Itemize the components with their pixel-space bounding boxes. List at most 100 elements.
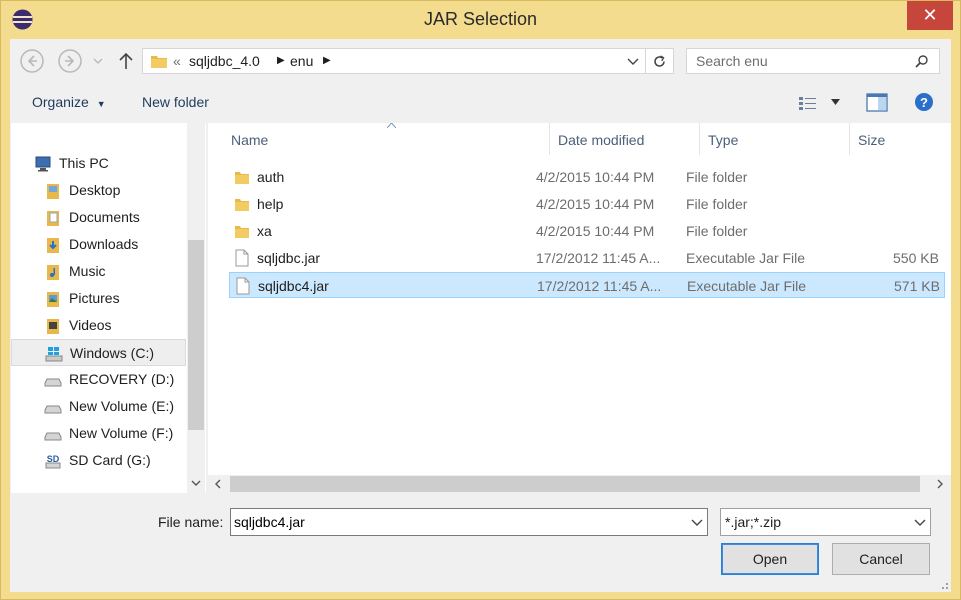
file-type-filter-select[interactable]: *.jar;*.zip bbox=[720, 508, 931, 536]
jar-selection-dialog: JAR Selection ✕ « sqljdbc_4.0 ▶ enu ▶ Se… bbox=[0, 0, 961, 600]
nav-item-desktop[interactable]: Desktop bbox=[11, 177, 186, 204]
file-icon bbox=[235, 249, 249, 267]
nav-item-new-volume-e[interactable]: New Volume (E:) bbox=[11, 393, 186, 420]
preview-pane-icon[interactable] bbox=[866, 93, 888, 112]
search-box[interactable] bbox=[686, 48, 940, 74]
computer-icon bbox=[35, 156, 51, 172]
file-date: 17/2/2012 11:45 A... bbox=[536, 250, 661, 266]
new-folder-button[interactable]: New folder bbox=[142, 94, 209, 110]
search-input[interactable] bbox=[687, 49, 907, 73]
breadcrumb-enu[interactable]: enu bbox=[290, 53, 313, 69]
title-bar[interactable]: JAR Selection ✕ bbox=[1, 1, 960, 39]
nav-item-label: Videos bbox=[69, 317, 112, 333]
nav-item-music[interactable]: Music bbox=[11, 258, 186, 285]
file-type: Executable Jar File bbox=[687, 278, 807, 294]
folder-icon bbox=[235, 172, 249, 184]
nav-item-label: New Volume (F:) bbox=[69, 425, 174, 441]
file-row-sqljdbc4-jar[interactable]: sqljdbc4.jar 17/2/2012 11:45 A... Execut… bbox=[229, 272, 945, 298]
column-header-size[interactable]: Size bbox=[850, 123, 950, 155]
videos-icon bbox=[47, 319, 59, 334]
organize-button[interactable]: Organize ▼ bbox=[32, 94, 106, 110]
recent-locations-chevron-icon[interactable] bbox=[93, 57, 103, 65]
help-icon[interactable]: ? bbox=[914, 92, 934, 112]
nav-item-videos[interactable]: Videos bbox=[11, 312, 186, 339]
file-row-xa[interactable]: xa 4/2/2015 10:44 PM File folder bbox=[229, 218, 945, 244]
filter-dropdown-icon[interactable] bbox=[914, 519, 926, 527]
nav-item-label: SD Card (G:) bbox=[69, 452, 151, 468]
nav-item-label: Desktop bbox=[69, 182, 121, 198]
nav-item-downloads[interactable]: Downloads bbox=[11, 231, 186, 258]
scrollbar-thumb[interactable] bbox=[188, 240, 204, 430]
close-button[interactable]: ✕ bbox=[907, 1, 953, 30]
forward-arrow-icon[interactable] bbox=[57, 48, 83, 74]
nav-item-label: Downloads bbox=[69, 236, 139, 252]
file-row-help[interactable]: help 4/2/2015 10:44 PM File folder bbox=[229, 191, 945, 217]
nav-item-label: RECOVERY (D:) bbox=[69, 371, 175, 387]
scrollbar-thumb[interactable] bbox=[230, 476, 920, 492]
resize-grip-icon[interactable] bbox=[938, 579, 949, 590]
file-name: xa bbox=[257, 223, 272, 239]
file-list-horizontal-scrollbar[interactable] bbox=[208, 475, 951, 493]
file-name: auth bbox=[257, 169, 285, 185]
file-type: File folder bbox=[686, 169, 748, 185]
nav-item-this-pc[interactable]: This PC bbox=[11, 150, 186, 177]
nav-item-label: This PC bbox=[59, 155, 109, 171]
file-row-auth[interactable]: auth 4/2/2015 10:44 PM File folder bbox=[229, 164, 945, 190]
window-title: JAR Selection bbox=[423, 9, 538, 29]
downloads-icon bbox=[47, 238, 59, 253]
cancel-button[interactable]: Cancel bbox=[832, 543, 930, 575]
breadcrumb-sqljdbc[interactable]: sqljdbc_4.0 bbox=[189, 53, 260, 69]
column-header-label: Date modified bbox=[558, 132, 645, 148]
up-arrow-icon[interactable] bbox=[113, 48, 139, 74]
scroll-right-icon[interactable] bbox=[936, 479, 944, 489]
drive-icon bbox=[44, 432, 62, 441]
column-header-label: Size bbox=[858, 132, 886, 148]
folder-icon bbox=[151, 56, 167, 68]
file-name-combobox[interactable] bbox=[230, 508, 708, 536]
file-name-dropdown-icon[interactable] bbox=[691, 519, 703, 527]
address-dropdown-chevron-icon[interactable] bbox=[627, 57, 639, 66]
view-details-icon[interactable] bbox=[798, 95, 818, 111]
navigation-scrollbar[interactable] bbox=[187, 123, 205, 493]
pictures-icon bbox=[47, 292, 59, 307]
navigation-pane[interactable]: This PC Desktop Documents Downloads Musi… bbox=[11, 123, 206, 493]
column-header-date-modified[interactable]: Date modified bbox=[550, 123, 700, 155]
view-options-chevron-icon[interactable] bbox=[831, 99, 840, 106]
nav-item-pictures[interactable]: Pictures bbox=[11, 285, 186, 312]
refresh-icon[interactable] bbox=[651, 53, 668, 70]
nav-item-new-volume-f[interactable]: New Volume (F:) bbox=[11, 420, 186, 447]
nav-item-documents[interactable]: Documents bbox=[11, 204, 186, 231]
breadcrumb-separator-icon[interactable]: ▶ bbox=[323, 55, 331, 66]
file-type: File folder bbox=[686, 196, 748, 212]
column-header-name[interactable]: Name bbox=[223, 123, 550, 155]
file-list-pane[interactable]: Name Date modified Type Size auth 4/2/20… bbox=[208, 123, 951, 493]
search-icon[interactable] bbox=[914, 54, 929, 69]
file-date: 4/2/2015 10:44 PM bbox=[536, 223, 655, 239]
file-type: File folder bbox=[686, 223, 748, 239]
file-date: 4/2/2015 10:44 PM bbox=[536, 169, 655, 185]
address-overflow[interactable]: « bbox=[173, 53, 181, 69]
nav-item-windows-c[interactable]: Windows (C:) bbox=[11, 339, 186, 366]
file-size: 550 KB bbox=[893, 250, 939, 266]
breadcrumb-separator-icon[interactable]: ▶ bbox=[277, 55, 285, 66]
music-icon bbox=[47, 265, 59, 280]
folder-icon bbox=[47, 184, 59, 199]
address-bar[interactable]: « sqljdbc_4.0 ▶ enu ▶ bbox=[142, 48, 674, 74]
file-name: sqljdbc4.jar bbox=[258, 278, 329, 294]
nav-item-sd-card-g[interactable]: SD SD Card (G:) bbox=[11, 447, 186, 474]
sd-card-icon: SD bbox=[45, 454, 61, 469]
back-arrow-icon[interactable] bbox=[19, 48, 45, 74]
file-row-sqljdbc-jar[interactable]: sqljdbc.jar 17/2/2012 11:45 A... Executa… bbox=[229, 245, 945, 271]
nav-item-label: Music bbox=[69, 263, 106, 279]
svg-text:?: ? bbox=[920, 95, 928, 110]
scroll-down-icon[interactable] bbox=[191, 479, 201, 487]
column-header-label: Type bbox=[708, 132, 739, 148]
scroll-left-icon[interactable] bbox=[214, 479, 222, 489]
file-size: 571 KB bbox=[894, 278, 940, 294]
nav-item-recovery-d[interactable]: RECOVERY (D:) bbox=[11, 366, 186, 393]
file-date: 4/2/2015 10:44 PM bbox=[536, 196, 655, 212]
open-button[interactable]: Open bbox=[721, 543, 819, 575]
folder-icon bbox=[235, 226, 249, 238]
column-header-type[interactable]: Type bbox=[700, 123, 850, 155]
file-name-input[interactable] bbox=[231, 509, 681, 535]
